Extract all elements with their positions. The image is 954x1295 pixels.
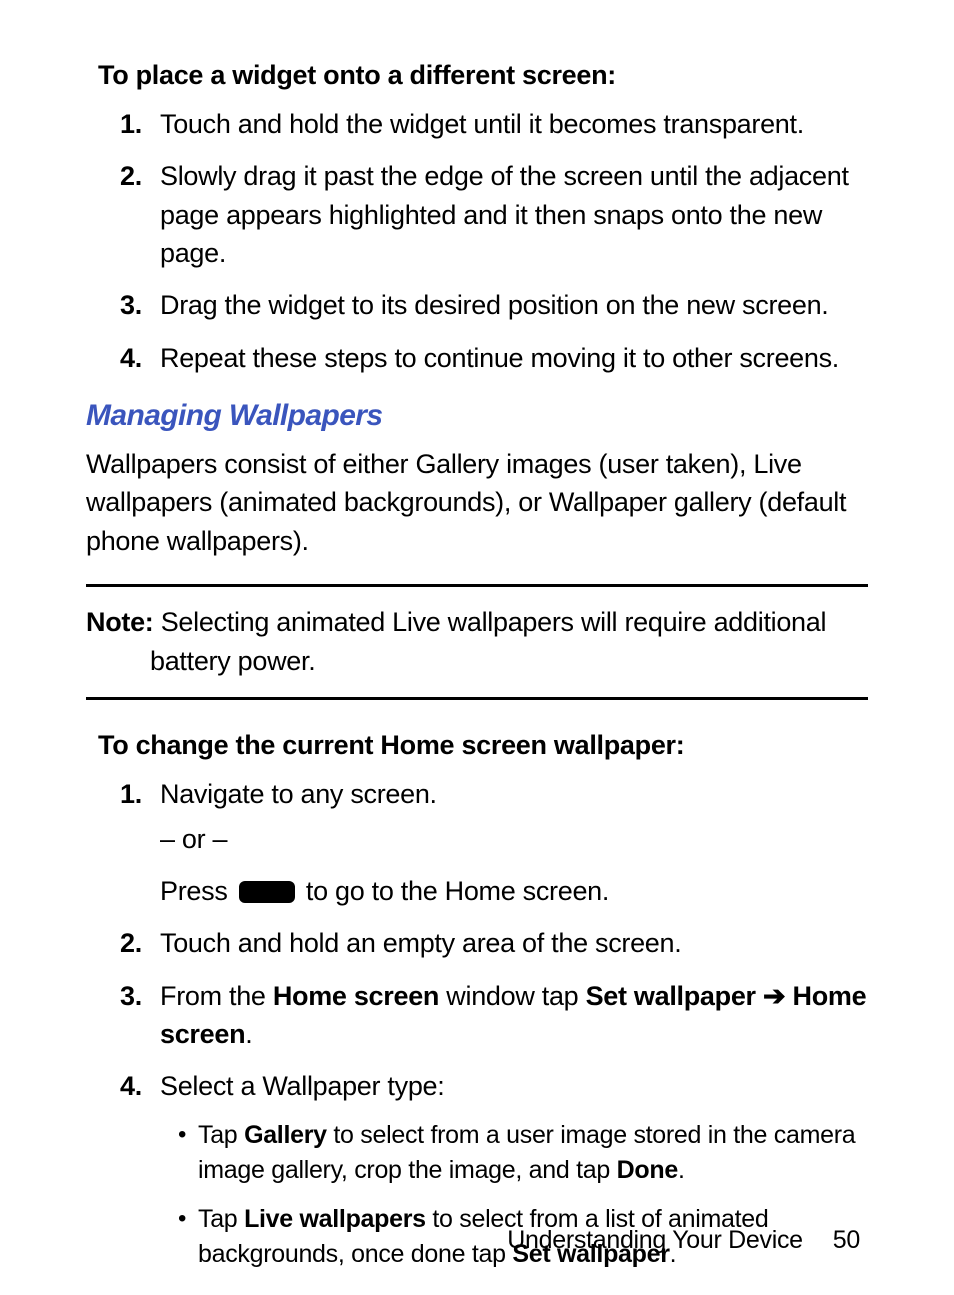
section-heading: Managing Wallpapers (86, 399, 868, 433)
note-body: Selecting animated Live wallpapers will … (150, 607, 826, 676)
press-tail: to go to the Home screen. (299, 876, 609, 906)
step3-bold1: Home screen (273, 981, 439, 1011)
document-page: To place a widget onto a different scree… (0, 0, 954, 1295)
procedure-heading-1: To place a widget onto a different scree… (98, 58, 868, 93)
list-item: Slowly drag it past the edge of the scre… (160, 157, 868, 272)
list-item: From the Home screen window tap Set wall… (160, 977, 868, 1054)
list-item: Drag the widget to its desired position … (160, 286, 868, 324)
intro-paragraph: Wallpapers consist of either Gallery ima… (86, 445, 868, 560)
page-number: 50 (833, 1226, 860, 1254)
note-label: Note: (86, 607, 154, 637)
step1-press: Press to go to the Home screen. (160, 872, 868, 910)
press-lead: Press (160, 876, 235, 906)
note-text: Note: Selecting animated Live wallpapers… (86, 603, 868, 681)
step3-lead: From the (160, 981, 273, 1011)
step4-lead: Select a Wallpaper type: (160, 1067, 868, 1105)
procedure-steps-1: Touch and hold the widget until it becom… (86, 105, 868, 377)
bullet-item: Tap Gallery to select from a user image … (180, 1118, 868, 1188)
list-item: Touch and hold an empty area of the scre… (160, 924, 868, 962)
list-item: Navigate to any screen. – or – Press to … (160, 775, 868, 910)
step3-mid: window tap (439, 981, 585, 1011)
procedure-steps-2: Navigate to any screen. – or – Press to … (86, 775, 868, 1271)
list-item: Touch and hold the widget until it becom… (160, 105, 868, 143)
step1-line1: Navigate to any screen. (160, 775, 868, 813)
procedure-heading-2: To change the current Home screen wallpa… (98, 728, 868, 763)
step1-or: – or – (160, 820, 868, 858)
step3-tail: . (245, 1019, 252, 1049)
arrow-icon: ➔ (756, 981, 793, 1011)
chapter-title: Understanding Your Device (507, 1226, 802, 1254)
note-box: Note: Selecting animated Live wallpapers… (86, 584, 868, 700)
list-item: Repeat these steps to continue moving it… (160, 339, 868, 377)
page-footer: Understanding Your Device 50 (507, 1226, 860, 1255)
step3-bold2: Set wallpaper (586, 981, 756, 1011)
home-key-icon (239, 881, 295, 903)
